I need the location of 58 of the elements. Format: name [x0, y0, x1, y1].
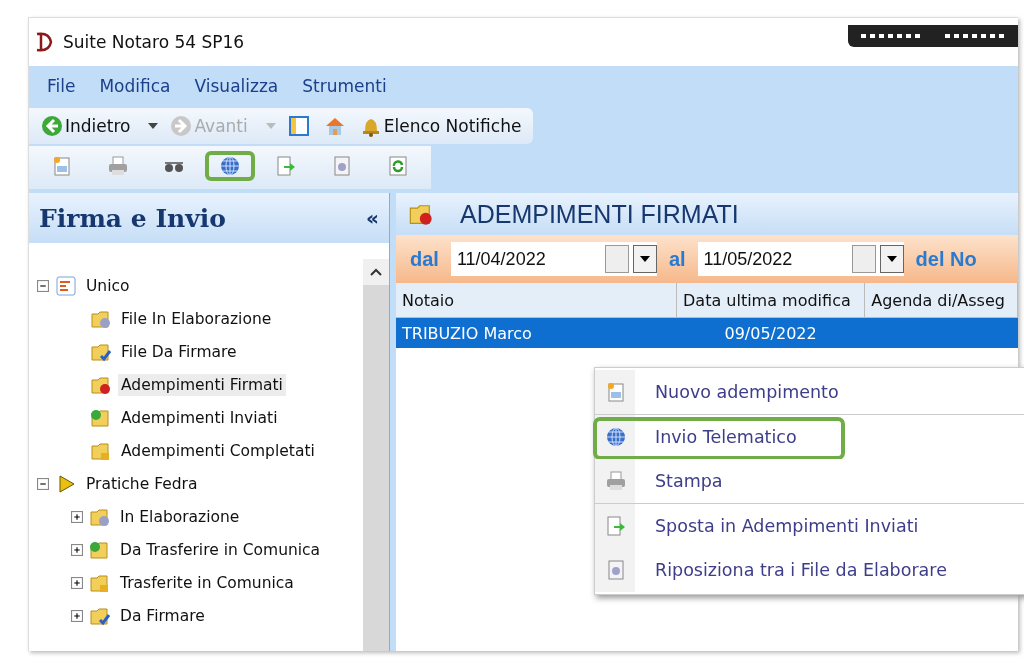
expand-toggle[interactable] [71, 510, 83, 523]
collapse-toggle[interactable] [37, 279, 49, 292]
tree-item[interactable]: File In Elaborazione [118, 307, 275, 330]
section-title: ADEMPIMENTI FIRMATI [460, 199, 739, 229]
expand-toggle[interactable] [71, 609, 83, 622]
filter-label: dal [410, 247, 439, 271]
menu-item[interactable]: File [47, 76, 76, 96]
tree-item[interactable]: File Da Firmare [118, 340, 240, 363]
dropdown-caret-icon[interactable] [886, 256, 897, 262]
scroll-up-icon[interactable] [369, 267, 383, 277]
tree-item[interactable]: In Elaborazione [117, 505, 243, 528]
table-cell[interactable]: TRIBUZIO Marco [396, 317, 677, 348]
tree-item[interactable]: Trasferite in Comunica [117, 571, 297, 594]
menu-item[interactable]: Stampa [595, 459, 1024, 504]
column-header[interactable]: Agenda di/Asseg [864, 283, 1018, 318]
new-document-icon [605, 381, 627, 403]
move-document-icon [605, 515, 627, 537]
date-field[interactable]: 11/04/2022 [450, 242, 657, 276]
menu-item[interactable]: Nuovo adempimento [595, 370, 1024, 415]
tree-item[interactable]: Adempimenti Completati [118, 439, 318, 462]
table-cell[interactable]: 09/05/2022 [676, 317, 865, 348]
tree-item[interactable]: Unico [83, 274, 133, 297]
tree-item[interactable]: Da Firmare [117, 604, 208, 627]
menu-item[interactable]: Visualizza [194, 76, 279, 96]
menu-item[interactable]: Strumenti [302, 76, 387, 96]
filter-label: al [668, 247, 686, 271]
window-title: Suite Notaro 54 SP16 [63, 32, 245, 52]
list-icon [55, 274, 77, 297]
tree-item[interactable]: Adempimenti Inviati [118, 406, 281, 429]
toolbar-button[interactable]: Elenco Notifiche [357, 113, 524, 139]
collapse-button[interactable]: « [366, 206, 379, 230]
dropdown-caret-icon[interactable] [639, 256, 650, 262]
panel-icon [287, 115, 310, 137]
dotted-bar-icon [848, 25, 1018, 47]
collapse-toggle[interactable] [37, 477, 49, 490]
expand-toggle[interactable] [71, 543, 83, 556]
tree-item[interactable]: Da Trasferire in Comunica [117, 538, 324, 561]
new-document-icon [51, 155, 73, 177]
filter-label: del No [915, 247, 977, 271]
globe-icon [605, 426, 627, 448]
expand-toggle[interactable] [71, 576, 83, 589]
toolbar-button[interactable] [205, 151, 255, 181]
tree-item[interactable]: Pratiche Fedra [83, 472, 201, 495]
printer-icon [605, 470, 627, 492]
move-document-icon [275, 155, 297, 177]
scrollbar[interactable] [363, 259, 389, 651]
panel-title: Firma e Invio [39, 203, 226, 233]
toolbar-button[interactable]: Indietro [39, 113, 133, 139]
globe-icon [219, 155, 241, 177]
refresh-icon [387, 155, 409, 177]
caret-icon[interactable] [148, 123, 159, 129]
date-field[interactable]: 11/05/2022 [697, 242, 904, 276]
tree-item[interactable]: Adempimenti Firmati [118, 373, 286, 396]
menu-item[interactable]: Modifica [99, 76, 171, 96]
column-header[interactable]: Data ultima modifica [676, 283, 865, 318]
table-cell[interactable] [864, 317, 1018, 348]
column-header[interactable]: Notaio [396, 283, 677, 318]
printer-icon [107, 155, 129, 177]
